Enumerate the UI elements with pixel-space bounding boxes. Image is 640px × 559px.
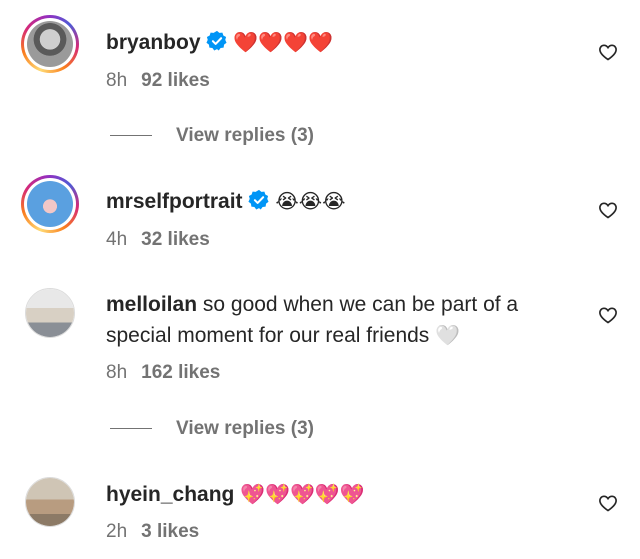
avatar[interactable] (21, 15, 79, 73)
heart-outline-icon[interactable] (598, 42, 618, 62)
view-replies-label: View replies (3) (176, 125, 314, 146)
comment-time: 2h (106, 521, 128, 542)
comment-username[interactable]: bryanboy (106, 31, 201, 54)
replies-divider (110, 135, 152, 137)
comment-time: 8h (106, 362, 128, 383)
comment-meta: 2h 3 likes (106, 521, 199, 543)
heart-outline-icon[interactable] (598, 200, 618, 220)
verified-badge-icon (247, 189, 269, 210)
heart-outline-icon[interactable] (598, 305, 618, 325)
comment-text: 😭😭😭 (275, 189, 346, 213)
view-replies-button[interactable]: View replies (3) (110, 418, 314, 440)
replies-divider (110, 428, 152, 430)
heart-outline-icon[interactable] (598, 493, 618, 513)
comment-likes[interactable]: 3 likes (141, 521, 199, 542)
verified-badge-icon (205, 30, 227, 51)
comment-likes[interactable]: 92 likes (141, 70, 210, 91)
avatar[interactable] (25, 477, 75, 527)
comment-time: 4h (106, 229, 128, 250)
comment-text-emoji: 🤍 (435, 323, 461, 347)
view-replies-label: View replies (3) (176, 418, 314, 439)
view-replies-button[interactable]: View replies (3) (110, 125, 314, 147)
comment-meta: 4h 32 likes (106, 229, 210, 251)
avatar[interactable] (21, 175, 79, 233)
comment-username[interactable]: mrselfportrait (106, 190, 243, 213)
comment-meta: 8h 92 likes (106, 70, 210, 92)
comment-text: 💖💖💖💖💖 (240, 482, 365, 506)
comment-text-line1: so good when we can be part of a (202, 293, 519, 316)
comment-text: ❤️❤️❤️❤️ (233, 30, 333, 54)
comment-text-line2: special moment for our real friends (106, 324, 430, 347)
comment-time: 8h (106, 70, 128, 91)
comment-likes[interactable]: 162 likes (141, 362, 220, 383)
comment-username[interactable]: hyein_chang (106, 483, 234, 506)
comment-username[interactable]: melloilan (106, 293, 197, 316)
comment-meta: 8h 162 likes (106, 362, 220, 384)
avatar[interactable] (25, 288, 75, 338)
comment-likes[interactable]: 32 likes (141, 229, 210, 250)
